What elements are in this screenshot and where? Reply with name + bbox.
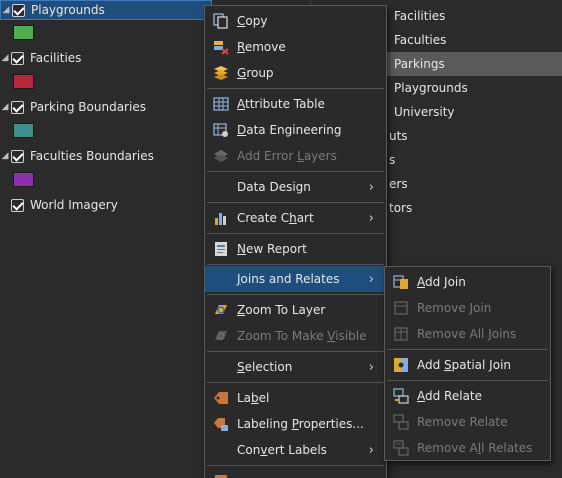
menu-item-new-report[interactable]: New Report — [205, 236, 386, 262]
visibility-checkbox[interactable] — [12, 3, 25, 17]
menu-item-zoom-to-make-visible[interactable]: Zoom To Make Visible — [205, 323, 386, 349]
report-icon — [213, 241, 229, 257]
symbol-swatch-faculties-boundaries[interactable] — [13, 172, 34, 187]
list-item-partial[interactable]: ers — [389, 172, 562, 196]
layer-name: Playgrounds — [31, 3, 105, 17]
visibility-checkbox[interactable] — [11, 149, 24, 163]
spatial-join-icon — [393, 357, 409, 373]
collapse-triangle-icon[interactable]: ◢ — [1, 5, 11, 15]
menu-item-label[interactable]: Label — [205, 385, 386, 411]
menu-separator — [387, 380, 548, 381]
list-item-partial[interactable]: tors — [389, 196, 562, 220]
error-layers-icon — [213, 148, 229, 164]
menu-item-create-chart[interactable]: Create Chart › — [205, 205, 386, 231]
layer-name: Faculties Boundaries — [30, 149, 154, 163]
menu-item-group[interactable]: Group — [205, 60, 386, 86]
list-item-partial[interactable]: s — [389, 148, 562, 172]
zoom-to-layer-icon — [213, 302, 229, 318]
menu-separator — [207, 233, 384, 234]
list-item-partial[interactable]: uts — [389, 124, 562, 148]
zoom-visible-icon — [213, 328, 229, 344]
chart-icon — [213, 210, 229, 226]
menu-item-data-engineering[interactable]: Data Engineering — [205, 117, 386, 143]
menu-separator — [207, 171, 384, 172]
add-relate-icon — [393, 388, 409, 404]
menu-separator — [207, 202, 384, 203]
menu-separator — [387, 349, 548, 350]
labeling-properties-icon — [213, 416, 229, 432]
layer-row-faculties-boundaries[interactable]: ◢ Faculties Boundaries — [0, 146, 154, 166]
remove-all-relates-icon — [393, 440, 409, 456]
submenu-item-remove-all-joins[interactable]: Remove All Joins — [385, 321, 550, 347]
submenu-item-remove-all-relates[interactable]: Remove All Relates — [385, 435, 550, 461]
layer-row-playgrounds[interactable]: ◢ Playgrounds — [0, 0, 212, 20]
collapse-triangle-icon[interactable]: ◢ — [0, 102, 10, 112]
symbology-icon — [213, 473, 229, 478]
menu-separator — [207, 294, 384, 295]
menu-separator — [207, 264, 384, 265]
data-engineering-icon — [213, 122, 229, 138]
menu-separator — [207, 382, 384, 383]
visibility-checkbox[interactable] — [11, 100, 24, 114]
menu-separator — [207, 351, 384, 352]
symbol-swatch-parking-boundaries[interactable] — [13, 123, 34, 138]
submenu-item-add-join[interactable]: Add Join — [385, 269, 550, 295]
menu-item-joins-and-relates[interactable]: Joins and Relates › — [205, 266, 386, 292]
remove-icon — [213, 39, 229, 55]
submenu-arrow-icon: › — [368, 210, 374, 226]
menu-item-cutoff[interactable] — [205, 468, 386, 478]
menu-item-copy[interactable]: Copy — [205, 8, 386, 34]
layer-name: World Imagery — [30, 198, 118, 212]
menu-item-remove[interactable]: Remove — [205, 34, 386, 60]
add-join-icon — [393, 274, 409, 290]
menu-separator — [207, 88, 384, 89]
remove-all-joins-icon — [393, 326, 409, 342]
label-icon — [213, 390, 229, 406]
copy-icon — [213, 13, 229, 29]
submenu-arrow-icon: › — [368, 442, 374, 458]
menu-separator — [207, 465, 384, 466]
submenu-item-add-spatial-join[interactable]: Add Spatial Join — [385, 352, 550, 378]
remove-join-icon — [393, 300, 409, 316]
attribute-table-icon — [213, 96, 229, 112]
menu-item-add-error-layers[interactable]: Add Error Layers — [205, 143, 386, 169]
group-icon — [213, 65, 229, 81]
collapse-triangle-icon[interactable]: ◢ — [0, 151, 10, 161]
menu-item-selection[interactable]: Selection › — [205, 354, 386, 380]
layer-context-menu: Copy Remove Group Attribute Table Data E… — [204, 5, 387, 478]
menu-item-zoom-to-layer[interactable]: Zoom To Layer — [205, 297, 386, 323]
menu-item-convert-labels[interactable]: Convert Labels › — [205, 437, 386, 463]
submenu-arrow-icon: › — [368, 359, 374, 375]
layer-row-facilities[interactable]: ◢ Facilities — [0, 48, 82, 68]
submenu-arrow-icon: › — [368, 179, 374, 195]
menu-item-labeling-properties[interactable]: Labeling Properties... — [205, 411, 386, 437]
submenu-item-remove-relate[interactable]: Remove Relate — [385, 409, 550, 435]
symbol-swatch-facilities[interactable] — [13, 74, 34, 89]
symbol-swatch-playgrounds[interactable] — [13, 25, 34, 40]
layer-name: Facilities — [30, 51, 82, 65]
submenu-arrow-icon: › — [368, 271, 374, 287]
visibility-checkbox[interactable] — [11, 51, 24, 65]
visibility-checkbox[interactable] — [11, 198, 24, 212]
layer-row-world-imagery[interactable]: World Imagery — [0, 195, 118, 215]
joins-relates-submenu: Add Join Remove Join Remove All Joins Ad… — [384, 266, 551, 461]
submenu-item-add-relate[interactable]: Add Relate — [385, 383, 550, 409]
layer-row-parking-boundaries[interactable]: ◢ Parking Boundaries — [0, 97, 146, 117]
menu-item-data-design[interactable]: Data Design › — [205, 174, 386, 200]
layer-name: Parking Boundaries — [30, 100, 146, 114]
remove-relate-icon — [393, 414, 409, 430]
collapse-triangle-icon[interactable]: ◢ — [0, 53, 10, 63]
submenu-item-remove-join[interactable]: Remove Join — [385, 295, 550, 321]
menu-item-attribute-table[interactable]: Attribute Table — [205, 91, 386, 117]
